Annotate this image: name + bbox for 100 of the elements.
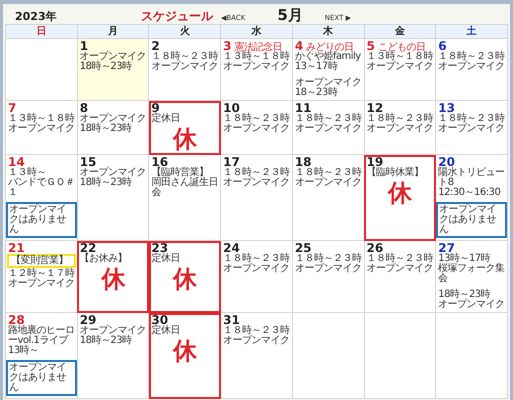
day-number: 15 (80, 156, 96, 168)
closed-mark: 休 (171, 338, 198, 364)
day-number: 2 (151, 40, 160, 52)
day-number: 4 (294, 40, 304, 52)
event-text: １８時～２３時 (366, 254, 434, 264)
day-number: 16 (151, 156, 168, 168)
event-text: オープンマイク (223, 124, 290, 134)
day-number: 14 (8, 156, 25, 168)
event-text: １８時～２３時 (151, 52, 218, 62)
weekday-header: 水 (220, 24, 292, 38)
day-number: 1 (80, 40, 88, 52)
event-text: １３時～ (8, 168, 47, 178)
day-number: 10 (223, 102, 240, 114)
event-text: １８時～２３時 (366, 114, 434, 124)
event-text: オープンマイク (438, 124, 505, 134)
event-text: 岡田さん誕生日会 (151, 178, 218, 198)
event-text: 定休日 (151, 326, 181, 336)
event-text: 13時～17時 (438, 254, 490, 264)
event-text: オープンマイク (294, 264, 362, 274)
weekday-header: 月 (77, 24, 149, 38)
event-text: １３時～１８時 (366, 52, 434, 62)
event-text: オープンマイク (366, 124, 434, 134)
weekday-header: 日 (6, 24, 78, 38)
event-text: 18時～23時 (80, 124, 133, 134)
event-text: オープンマイク (294, 78, 362, 88)
holiday-name: こどもの日 (378, 42, 426, 53)
event-text: オープンマイク (223, 264, 290, 274)
event-text: バンドでＧＯ＃１ (8, 178, 75, 198)
event-text: オープンマイク (80, 168, 146, 178)
day-number: 21 (8, 242, 25, 254)
day-number: 31 (223, 314, 240, 326)
month-label: 5月 (277, 6, 303, 25)
event-text: 【臨時営業】 (151, 168, 208, 178)
page-title: スケジュール (141, 8, 213, 25)
event-text: 路地裏のヒーローvol.1ライブ (8, 326, 75, 346)
day-number: 5 (366, 40, 375, 52)
event-text: 13～17時 (294, 62, 338, 72)
notice-box: オープンマイクはありません (436, 202, 507, 238)
event-text: オープンマイク (294, 178, 362, 188)
notice-box: オープンマイクはありません (6, 202, 77, 238)
event-text: １８時～２３時 (223, 254, 290, 264)
event-text: 【臨時休業】 (366, 168, 425, 178)
event-text: 【お休み】 (80, 254, 128, 264)
day-number: 30 (151, 314, 168, 326)
event-text: 18時～23時 (80, 336, 133, 346)
event-text: オープンマイク (438, 62, 505, 72)
event-text: 13時～ (8, 346, 40, 356)
event-text: オープンマイク (223, 336, 290, 346)
event-text: １８時～２３時 (223, 326, 290, 336)
weekday-header: 火 (148, 24, 221, 38)
event-text: １８時～２３時 (294, 254, 362, 264)
event-text: オープンマイク (294, 124, 362, 134)
day-number: 8 (80, 102, 88, 114)
day-number: 23 (151, 242, 168, 254)
day-number: 12 (366, 102, 384, 114)
event-text: 陽水トリビュート8 (438, 168, 505, 188)
closed-mark: 休 (171, 266, 198, 292)
day-number: 25 (294, 242, 312, 254)
event-text: １８時～２３時 (294, 114, 362, 124)
event-text: １８時～２３時 (438, 114, 505, 124)
day-number: 13 (438, 102, 455, 114)
day-number: 7 (8, 102, 16, 114)
closed-mark: 休 (171, 126, 198, 152)
day-number: 11 (294, 102, 312, 114)
event-text: オープンマイク (223, 62, 290, 72)
event-text: １８時～２３時 (223, 114, 290, 124)
event-text: 18時～23時 (438, 290, 490, 300)
closed-mark: 休 (100, 266, 126, 292)
day-number: 9 (151, 102, 160, 114)
event-text: 桜塚フォーク集会 (438, 264, 505, 284)
day-number: 19 (366, 156, 384, 168)
year-label: 2023年 (15, 9, 58, 24)
event-text: １３時～１８時 (223, 52, 290, 62)
event-text: かぐや姫family (294, 52, 362, 62)
status-tag: 【変則営業】 (7, 254, 76, 268)
day-number: 22 (80, 242, 96, 254)
event-text: オープンマイク (8, 124, 75, 134)
day-number: 26 (366, 242, 384, 254)
day-number: 24 (223, 242, 240, 254)
day-number: 27 (438, 242, 455, 254)
event-text: オープンマイク (223, 178, 290, 188)
event-text: １２時～１７時 (8, 269, 75, 279)
event-text: オープンマイク (366, 264, 434, 274)
event-text: 定休日 (151, 254, 181, 264)
day-number: 20 (438, 156, 455, 168)
day-number: 17 (223, 156, 240, 168)
day-number: 28 (8, 314, 25, 326)
closed-mark: 休 (386, 180, 413, 206)
event-text: 18時～23時 (80, 62, 133, 72)
event-text: オープンマイク (366, 62, 434, 72)
event-text: オープンマイク (438, 300, 505, 310)
event-text: オープンマイク (80, 52, 146, 62)
notice-box: オープンマイクはありません (6, 360, 77, 396)
day-number: 3 (223, 40, 232, 52)
day-number: 29 (80, 314, 96, 326)
event-text: １３時～１８時 (8, 114, 75, 124)
event-text: オープンマイク (80, 326, 146, 336)
event-text: 定休日 (151, 114, 181, 124)
event-text: １８時～２３時 (294, 168, 362, 178)
event-text: オープンマイク (151, 62, 218, 72)
